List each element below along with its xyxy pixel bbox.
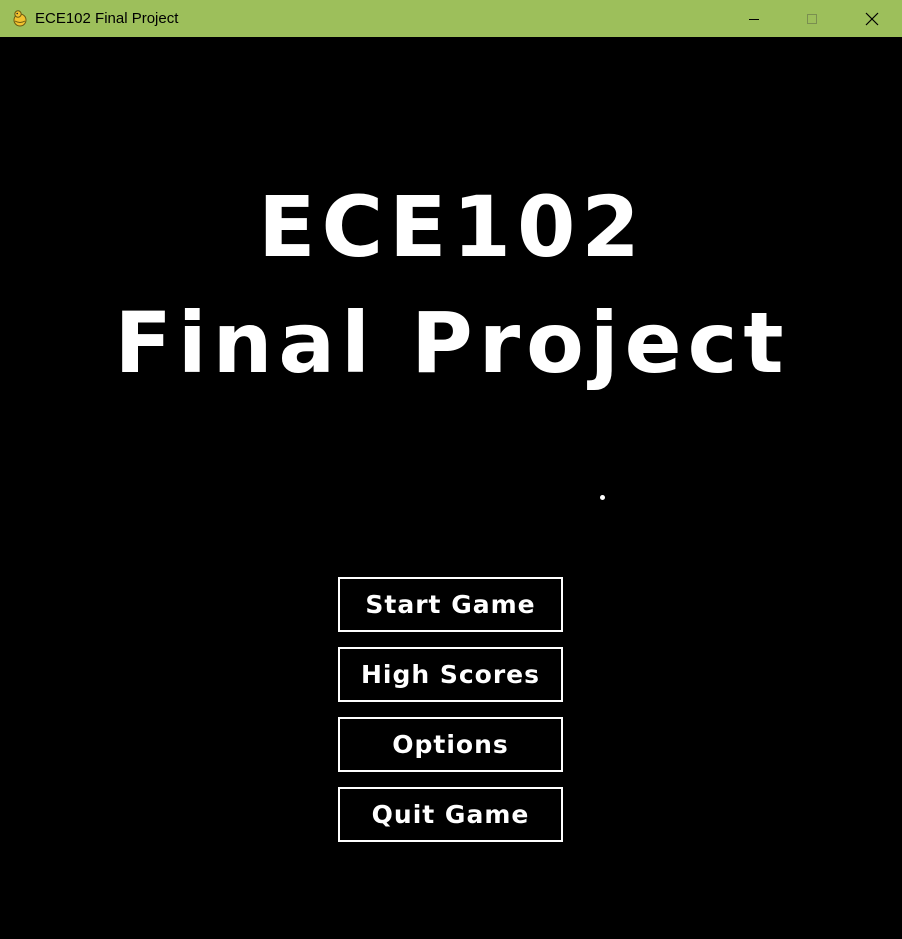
close-icon [865,12,878,25]
titlebar[interactable]: ECE102 Final Project [0,0,902,37]
close-button[interactable] [841,0,902,37]
high-scores-button[interactable]: High Scores [338,647,563,702]
cursor-dot [600,495,605,500]
window-title: ECE102 Final Project [35,10,179,27]
pygame-snake-icon [13,10,27,27]
start-game-button[interactable]: Start Game [338,577,563,632]
options-button[interactable]: Options [338,717,563,772]
maximize-button[interactable] [783,0,841,37]
game-title-line-2: Final Project [114,294,790,392]
maximize-icon [807,13,817,24]
quit-game-button[interactable]: Quit Game [338,787,563,842]
minimize-button[interactable] [725,0,783,37]
game-title-line-1: ECE102 [258,178,646,276]
game-window: ECE102 Final Project ECE102 Final Projec… [0,0,902,939]
minimize-icon [749,18,759,20]
game-canvas[interactable]: ECE102 Final Project Start Game High Sco… [1,37,901,938]
